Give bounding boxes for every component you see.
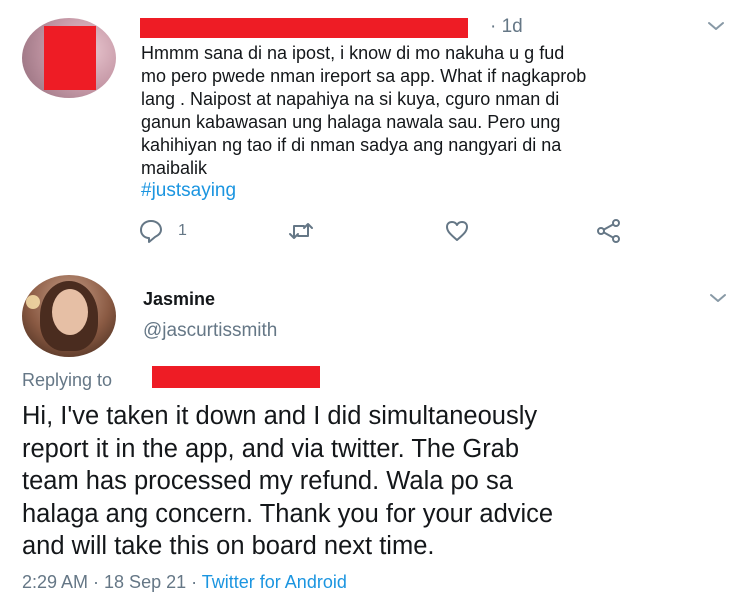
- author-avatar[interactable]: [22, 275, 116, 357]
- retweet-button[interactable]: [288, 218, 314, 244]
- reply-text-line: maibalik: [141, 158, 208, 178]
- avatar-redaction: [44, 26, 96, 90]
- retweet-icon: [289, 223, 313, 239]
- reply-author-avatar[interactable]: [22, 18, 116, 98]
- reply-text-line: kahihiyan ng tao if di nman sadya ang na…: [141, 135, 562, 155]
- reply-text-line: mo pero pwede nman ireport sa app. What …: [141, 66, 587, 86]
- main-tweet-text: Hi, I've taken it down and I did simulta…: [22, 400, 732, 563]
- reply-timestamp[interactable]: · 1d: [490, 16, 523, 38]
- replying-to-label: Replying to: [22, 370, 113, 390]
- tweet-text-line: report it in the app, and via twitter. T…: [22, 434, 520, 463]
- author-name[interactable]: Jasmine: [143, 289, 215, 310]
- reply-tweet-text: Hmmm sana di na ipost, i know di mo naku…: [141, 42, 731, 180]
- tweet-text-line: Hi, I've taken it down and I did simulta…: [22, 402, 538, 430]
- reply-button[interactable]: 1: [138, 218, 187, 244]
- reply-count: 1: [178, 222, 187, 239]
- replying-to-redaction: [152, 366, 320, 388]
- reply-tweet[interactable]: · 1d Hmmm sana di na ipost, i know di mo…: [0, 0, 750, 265]
- reply-icon: [140, 220, 162, 243]
- avatar-face: [52, 289, 88, 335]
- tweet-text-line: halaga ang concern. Thank you for your a…: [22, 499, 554, 528]
- author-name-redaction: [140, 18, 468, 38]
- chevron-down-icon[interactable]: [708, 288, 728, 308]
- tweet-text-line: team has processed my refund. Wala po sa: [22, 467, 513, 495]
- tweet-timestamp[interactable]: 2:29 AM · 18 Sep 21 ·: [22, 572, 202, 592]
- tweet-source-link[interactable]: Twitter for Android: [202, 572, 347, 592]
- reply-text-line: ganun kabawasan ung halaga nawala sau. P…: [141, 112, 561, 132]
- chevron-down-icon[interactable]: [706, 16, 726, 36]
- tweet-metadata: 2:29 AM · 18 Sep 21 · Twitter for Androi…: [22, 572, 347, 593]
- reply-text-line: lang . Naipost at napahiya na si kuya, c…: [141, 89, 560, 109]
- share-button[interactable]: [596, 218, 622, 244]
- reply-tweet-actions: 1: [138, 218, 658, 246]
- tweet-text-line: and will take this on board next time.: [22, 532, 435, 560]
- hashtag-link[interactable]: #justsaying: [141, 180, 236, 202]
- author-handle[interactable]: @jascurtissmith: [143, 320, 277, 342]
- avatar-background-light: [26, 295, 40, 309]
- heart-icon: [446, 221, 468, 241]
- reply-text-line: Hmmm sana di na ipost, i know di mo naku…: [141, 43, 565, 63]
- share-icon: [597, 219, 620, 243]
- like-button[interactable]: [444, 218, 470, 244]
